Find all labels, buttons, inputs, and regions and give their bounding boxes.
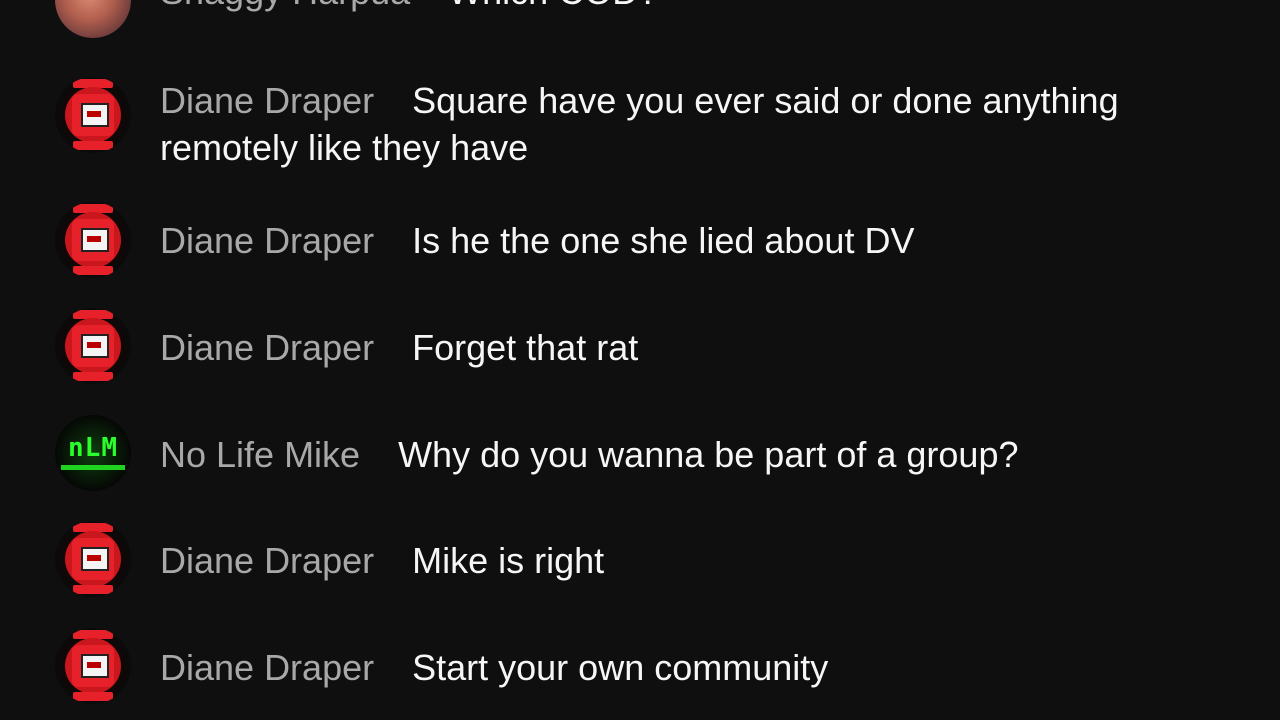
message-body: Is he the one she lied about DV [412,220,915,261]
user-avatar[interactable] [55,77,131,153]
user-avatar[interactable] [55,628,131,704]
user-avatar[interactable] [55,202,131,278]
avatar-emblem-icon [81,654,109,678]
message-body: Forget that rat [412,327,639,368]
message-body: Start your own community [412,647,829,688]
user-avatar[interactable] [55,308,131,384]
message-text-block: Diane Draper Is he the one she lied about… [160,217,1220,264]
user-avatar[interactable] [55,521,131,597]
author-name[interactable]: Diane Draper [160,540,374,581]
message-text-block: Diane Draper Square have you ever said or… [160,77,1220,171]
author-name[interactable]: Shaggy Harpua [160,0,410,12]
avatar-emblem-icon [81,228,109,252]
avatar-ribbon-bottom [73,585,113,594]
avatar-logo-bar [61,465,125,470]
message-body: Which COD? [448,0,658,12]
avatar-logo-text: nLM [68,433,118,463]
avatar-ribbon-bottom [73,372,113,381]
avatar-emblem-icon [81,103,109,127]
user-avatar[interactable]: nLM [55,415,131,491]
author-name[interactable]: No Life Mike [160,434,360,475]
author-name[interactable]: Diane Draper [160,327,374,368]
message-text-block: Diane Draper Mike is right [160,537,1220,584]
avatar-emblem-icon [81,547,109,571]
message-body: Why do you wanna be part of a group? [398,434,1019,475]
avatar-ribbon-bottom [73,141,113,150]
user-avatar[interactable] [55,0,131,38]
message-text-block: Shaggy Harpua Which COD? [160,0,1220,15]
author-name[interactable]: Diane Draper [160,80,374,121]
live-chat-feed: Shaggy Harpua Which COD? Diane DraperSqua… [0,0,1280,720]
avatar-emblem-icon [81,334,109,358]
avatar-ribbon-bottom [73,266,113,275]
author-name[interactable]: Diane Draper [160,647,374,688]
author-name[interactable]: Diane Draper [160,220,374,261]
message-text-block: Diane Draper Forget that rat [160,324,1220,371]
avatar-ribbon-bottom [73,692,113,701]
message-text-block: Diane Draper Start your own community [160,644,1220,691]
message-body: Mike is right [412,540,605,581]
message-text-block: No Life Mike Why do you wanna be part of … [160,431,1220,478]
